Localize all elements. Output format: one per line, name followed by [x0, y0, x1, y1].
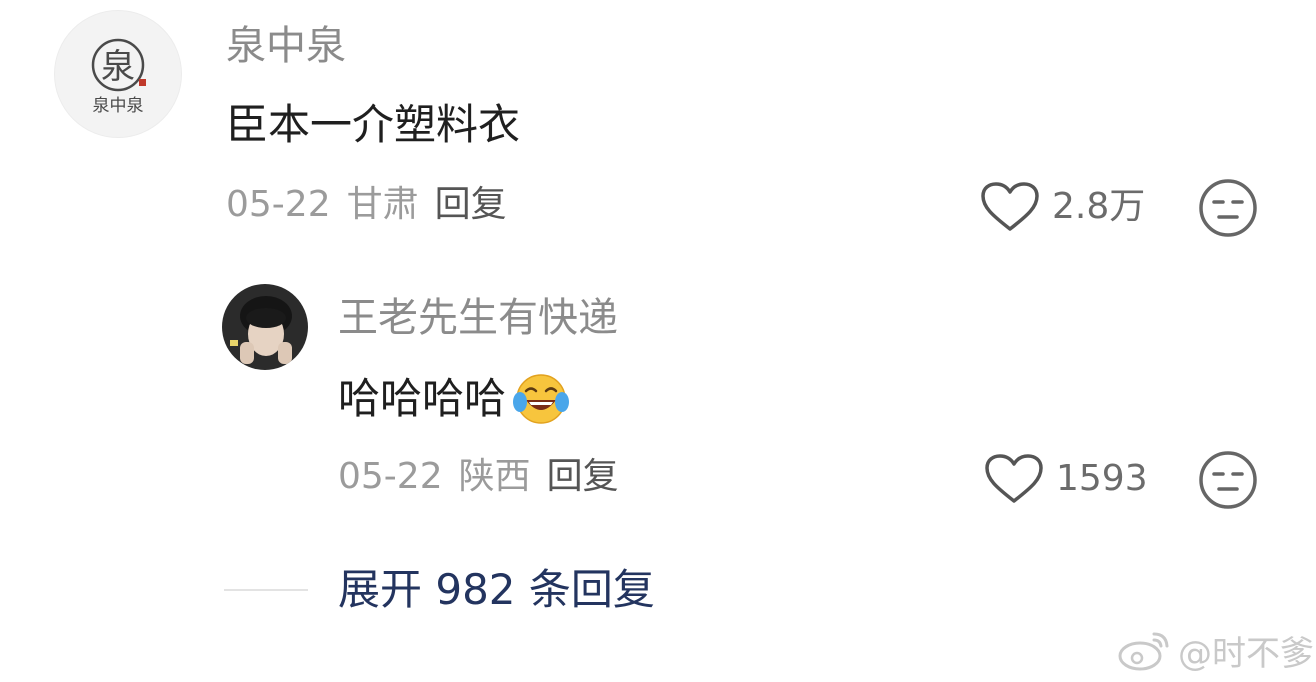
reply-comment-reply-button[interactable]: 回复	[547, 456, 619, 497]
weibo-watermark: @时不爹	[1116, 626, 1314, 674]
main-comment-like-button[interactable]: 2.8万	[980, 180, 1145, 234]
main-comment-location: 甘肃	[346, 184, 419, 225]
reply-comment-text: 哈哈哈哈	[338, 374, 507, 423]
heart-outline-icon	[981, 182, 1039, 231]
tears-of-joy-emoji	[513, 374, 570, 424]
logo-seal-mark	[139, 79, 146, 86]
reply-comment-dislike-button[interactable]	[1198, 450, 1258, 514]
reply-comment-meta: 05-22 陕西 回复	[338, 452, 635, 502]
reply-comment-text-row: 哈哈哈哈	[338, 372, 570, 426]
quan-logo-icon: 泉 泉中泉	[91, 38, 146, 116]
logo-caption: 泉中泉	[93, 96, 144, 116]
main-comment-username[interactable]: 泉中泉	[226, 20, 346, 72]
reply-comment-location: 陕西	[458, 456, 531, 497]
expand-divider	[224, 589, 308, 591]
main-comment-meta: 05-22 甘肃 回复	[226, 180, 523, 230]
avatar-reply-commenter[interactable]	[222, 284, 308, 370]
meh-face-icon	[1199, 451, 1257, 509]
main-comment-date: 05-22	[226, 184, 331, 225]
user-photo-icon	[222, 284, 308, 370]
main-comment-like-count: 2.8万	[1052, 186, 1146, 227]
weibo-icon	[1118, 632, 1169, 671]
reply-comment-username[interactable]: 王老先生有快递	[338, 292, 618, 344]
main-comment-reply-button[interactable]: 回复	[435, 184, 507, 225]
logo-glyph: 泉	[101, 47, 135, 87]
watermark-text: @时不爹	[1178, 633, 1314, 674]
avatar-main-commenter[interactable]: 泉 泉中泉	[54, 10, 182, 138]
heart-outline-icon	[985, 454, 1043, 503]
meh-face-icon	[1199, 179, 1257, 237]
reply-comment-like-button[interactable]: 1593	[984, 452, 1148, 506]
main-comment-dislike-button[interactable]	[1198, 178, 1258, 242]
reply-comment-like-count: 1593	[1056, 458, 1148, 499]
main-comment-text: 臣本一介塑料衣	[226, 100, 521, 149]
reply-comment-date: 05-22	[338, 456, 443, 497]
expand-replies-button[interactable]: 展开 982 条回复	[338, 562, 655, 618]
